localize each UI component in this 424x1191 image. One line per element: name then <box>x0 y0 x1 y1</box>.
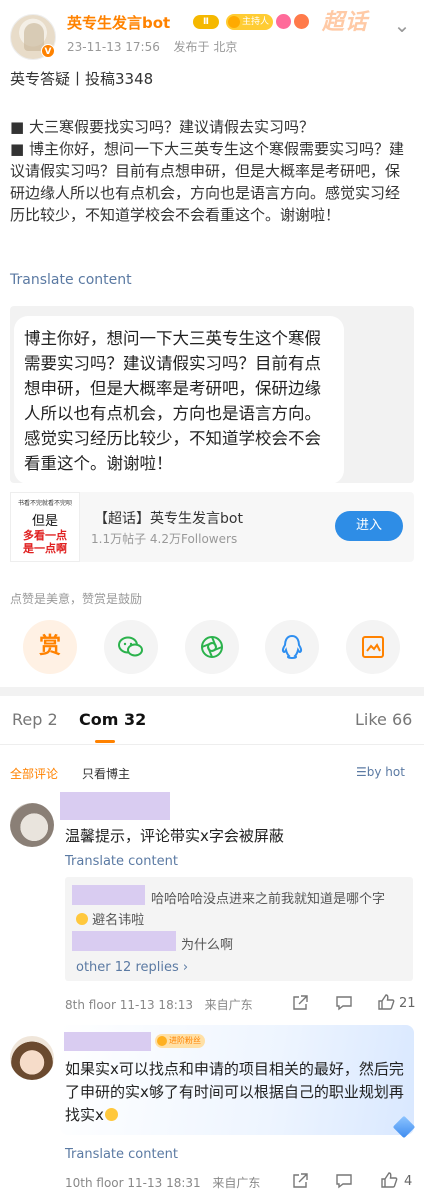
share-icon[interactable] <box>291 1172 309 1190</box>
more-replies-label: other 12 replies <box>76 960 179 975</box>
chevron-down-icon[interactable]: ⌄ <box>391 14 413 36</box>
save-image-icon <box>362 636 384 658</box>
verified-badge: V <box>41 44 55 58</box>
join-button[interactable]: 进入 <box>335 511 403 541</box>
translate-link[interactable]: Translate content <box>65 1147 178 1162</box>
like-count: 4 <box>404 1174 413 1189</box>
fan-badge-icon <box>276 14 291 29</box>
supertopic-stats: 1.1万帖子 4.2万Followers <box>91 532 238 546</box>
sort-label: by hot <box>366 765 405 779</box>
tab-divider <box>0 744 424 745</box>
share-moments-button[interactable] <box>185 620 239 674</box>
reply-text-line2: 避名讳啦 <box>76 909 144 928</box>
post-body: ■ 大三寒假要找实习吗？建议请假去实习吗？ ■ 博主你好，想问一下大三英专生这个… <box>10 116 414 226</box>
gift-badge-icon <box>294 14 309 29</box>
thumb-text: 是一点啊 <box>23 542 67 555</box>
replies-box[interactable]: 哈哈哈哈没点进来之前我就知道是哪个字 避名讳啦 为什么啊 other 12 re… <box>65 877 413 981</box>
translate-link[interactable]: Translate content <box>10 272 132 288</box>
like-icon[interactable] <box>380 1171 398 1189</box>
post-image[interactable]: 博主你好，想问一下大三英专生这个寒假需要实习吗？建议请假实习吗？目前有点想申研，… <box>10 306 414 484</box>
moments-icon <box>201 636 223 658</box>
grin-emoji-icon <box>76 913 88 925</box>
comment-meta: 8th floor 11-13 18:13 来自广东 <box>65 996 253 1013</box>
supertopic-thumbnail: 书看不完就看不完呗 但是 多看一点 是一点啊 <box>10 492 80 562</box>
comment-floor-time: 8th floor 11-13 18:13 <box>65 998 194 1012</box>
tab-likes[interactable]: Like 66 <box>355 710 412 729</box>
tab-reposts[interactable]: Rep 2 <box>12 710 58 729</box>
encourage-text: 点赞是美意，赞赏是鼓励 <box>10 592 143 606</box>
share-actions: 赏 <box>0 620 424 676</box>
reply-name-redacted[interactable] <box>72 885 145 905</box>
post-location: 发布于 北京 <box>173 40 238 54</box>
reply-name-redacted[interactable] <box>72 931 176 951</box>
post-title: 英专答疑丨投稿3348 <box>10 70 154 88</box>
sweat-emoji-icon <box>104 1108 118 1121</box>
post-time: 23-11-13 17:56 <box>67 40 160 54</box>
comment-text: 温馨提示，评论带实x字会被屏蔽 <box>65 827 284 845</box>
sort-icon: ☰ <box>356 765 367 779</box>
supertopic-logo[interactable]: 超话 <box>322 4 368 36</box>
like-count: 21 <box>399 996 416 1011</box>
image-chat-bubble: 博主你好，想问一下大三英专生这个寒假需要实习吗？建议请假实习吗？目前有点想申研，… <box>14 316 344 484</box>
section-divider <box>0 687 424 696</box>
filter-host-only[interactable]: 只看博主 <box>82 765 130 782</box>
comment-meta: 10th floor 11-13 18:31 来自广东 <box>65 1174 260 1191</box>
reply-text: 哈哈哈哈没点进来之前我就知道是哪个字 <box>151 892 386 907</box>
comment-location: 来自广东 <box>212 1176 261 1190</box>
thumb-text: 但是 <box>31 514 58 529</box>
level-badge: Ⅱ <box>193 15 219 29</box>
reply-text: 为什么啊 <box>181 938 234 953</box>
reply-text: 避名讳啦 <box>92 913 145 928</box>
commenter-avatar[interactable] <box>10 803 54 847</box>
comment-location: 来自广东 <box>204 998 253 1012</box>
comment-text: 如果实x可以找点和申请的项目相关的最好，然后完了申研的实x够了有时间可以根据自己… <box>65 1058 415 1127</box>
comment-floor-time: 10th floor 11-13 18:31 <box>65 1176 201 1190</box>
post-line: ■ 博主你好，想问一下大三英专生这个寒假需要实习吗？建议请假实习吗？目前有点想申… <box>10 140 404 224</box>
supertopic-name: 【超话】英专生发言bot <box>94 511 243 527</box>
tab-comments[interactable]: Com 32 <box>79 710 146 729</box>
qq-icon <box>281 634 303 660</box>
save-image-button[interactable] <box>346 620 400 674</box>
fan-level-badge: 进阶粉丝 <box>155 1034 205 1048</box>
thumb-text: 书看不完就看不完呗 <box>17 500 72 507</box>
like-icon[interactable] <box>377 993 395 1011</box>
filter-all-comments[interactable]: 全部评论 <box>10 765 58 782</box>
chevron-right-icon: › <box>182 960 189 975</box>
supertopic-card[interactable]: 书看不完就看不完呗 但是 多看一点 是一点啊 【超话】英专生发言bot 1.1万… <box>10 492 414 562</box>
post-meta: 23-11-13 17:56 发布于 北京 <box>67 38 237 55</box>
commenter-avatar[interactable] <box>10 1036 54 1080</box>
comment-icon[interactable] <box>335 994 353 1012</box>
post-line: ■ 大三寒假要找实习吗？建议请假去实习吗？ <box>10 118 314 136</box>
thumb-text: 多看一点 <box>23 529 67 542</box>
comment-tabs: Rep 2 Com 32 Like 66 <box>0 698 424 742</box>
host-badge: 主持人 <box>226 14 274 30</box>
reward-button[interactable]: 赏 <box>23 620 77 674</box>
translate-link[interactable]: Translate content <box>65 854 178 869</box>
post-header: V 英专生发言bot Ⅱ 主持人 超话 ⌄ 23-11-13 17:56 发布于… <box>0 0 424 64</box>
reward-icon: 赏 <box>38 634 61 659</box>
sort-button[interactable]: ☰by hot <box>356 765 405 779</box>
wechat-icon <box>118 636 143 657</box>
commenter-name-redacted[interactable] <box>64 1032 151 1051</box>
active-tab-indicator <box>95 740 115 743</box>
more-replies-link[interactable]: other 12 replies › <box>76 960 188 975</box>
author-name[interactable]: 英专生发言bot <box>67 12 170 33</box>
share-icon[interactable] <box>291 994 309 1012</box>
share-wechat-button[interactable] <box>104 620 158 674</box>
comment-icon[interactable] <box>335 1172 353 1190</box>
share-qq-button[interactable] <box>265 620 319 674</box>
commenter-name-redacted[interactable] <box>60 792 170 820</box>
